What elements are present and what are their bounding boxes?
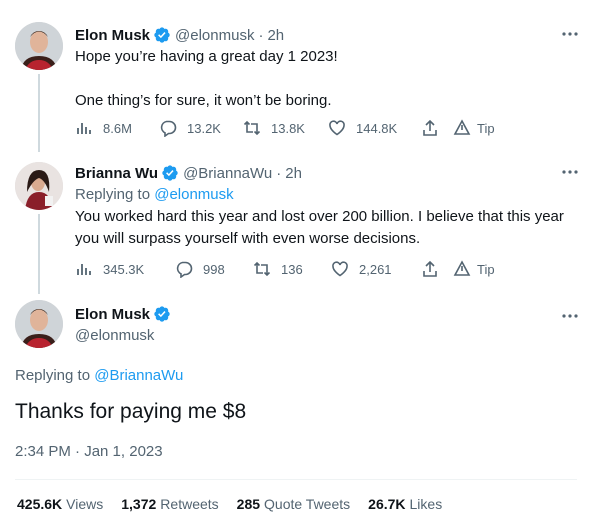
like-button[interactable]: 2,261 — [331, 260, 392, 278]
tweet-header: Brianna Wu @BriannaWu · 2h — [75, 164, 302, 182]
tip-button[interactable]: Tip — [453, 260, 495, 278]
retweet-button[interactable]: 136 — [253, 260, 303, 278]
heart-icon — [329, 120, 345, 136]
tip-icon — [453, 260, 471, 276]
tweet-text-line: One thing’s for sure, it won’t be boring… — [75, 92, 332, 109]
views-stat: 425.6K Views — [17, 496, 103, 512]
replying-to-link[interactable]: @BriannaWu — [94, 367, 183, 384]
reply-count: 13.2K — [187, 120, 221, 136]
author-handle[interactable]: @elonmusk — [175, 27, 254, 44]
author-handle[interactable]: @BriannaWu — [183, 165, 272, 182]
likes-count: 26.7K — [368, 496, 406, 512]
tweet-elon-musk-1[interactable]: Elon Musk @elonmusk · 2h Hope you’re hav… — [0, 0, 592, 152]
views-label: Views — [66, 496, 104, 512]
like-count: 2,261 — [359, 261, 392, 277]
tweet-stats: 425.6K Views 1,372 Retweets 285 Quote Tweet… — [17, 496, 442, 512]
quote-tweets-count: 285 — [236, 496, 261, 512]
more-options-icon[interactable] — [560, 162, 580, 182]
thread-line — [38, 214, 40, 294]
tweet-text-line: you will surpass yourself with even wors… — [75, 230, 421, 247]
reply-button[interactable]: 13.2K — [159, 119, 221, 137]
author-name[interactable]: Elon Musk — [75, 306, 150, 323]
retweet-button[interactable]: 13.8K — [243, 119, 305, 137]
tweet-text: Hope you’re having a great day 1 2023! O… — [75, 46, 338, 112]
replying-prefix: Replying to — [75, 186, 151, 203]
views-count: 345.3K — [103, 261, 145, 277]
reply-icon — [160, 120, 177, 137]
tweet-text-line: Hope you’re having a great day 1 2023! — [75, 48, 338, 65]
author-name[interactable]: Elon Musk — [75, 27, 150, 44]
like-button[interactable]: 144.8K — [328, 119, 397, 137]
views-icon — [77, 264, 91, 275]
tweet-timestamp[interactable]: 2:34 PM · Jan 1, 2023 — [15, 443, 163, 460]
views-count: 425.6K — [17, 496, 63, 512]
share-icon — [423, 119, 437, 136]
avatar-brianna-wu[interactable] — [15, 162, 63, 210]
tweet-time[interactable]: 2h — [285, 165, 302, 182]
more-options-icon[interactable] — [560, 24, 580, 44]
retweet-count: 13.8K — [271, 120, 305, 136]
tweet-text: Thanks for paying me $8 — [15, 400, 247, 423]
reply-button[interactable]: 998 — [175, 260, 225, 278]
verified-badge-icon — [161, 164, 179, 182]
tip-icon — [453, 119, 471, 135]
tweet-time[interactable]: 2h — [267, 27, 284, 44]
replying-to-link[interactable]: @elonmusk — [154, 186, 233, 203]
share-button[interactable] — [421, 119, 439, 137]
tweet-brianna-wu[interactable]: Brianna Wu @BriannaWu · 2h Replying to @… — [0, 150, 592, 294]
likes-label: Likes — [409, 496, 443, 512]
reply-icon — [176, 261, 193, 278]
share-icon — [423, 260, 437, 277]
views-icon — [77, 123, 91, 134]
retweet-icon — [253, 261, 271, 277]
views-button[interactable]: 8.6M — [75, 119, 132, 137]
heart-icon — [332, 261, 348, 277]
author-name[interactable]: Brianna Wu — [75, 165, 158, 182]
retweets-stat[interactable]: 1,372 Retweets — [121, 496, 218, 512]
retweets-count: 1,372 — [121, 496, 157, 512]
tweet-text: You worked hard this year and lost over … — [75, 206, 580, 250]
avatar-elon-musk[interactable] — [15, 300, 63, 348]
tweet-header: Elon Musk @elonmusk · 2h — [75, 26, 284, 44]
tweet-actions: 345.3K 998 136 2,261 Tip — [75, 260, 575, 280]
likes-stat[interactable]: 26.7K Likes — [368, 496, 442, 512]
thread-line — [38, 74, 40, 152]
like-count: 144.8K — [356, 120, 398, 136]
replying-to: Replying to @BriannaWu — [15, 365, 183, 387]
separator-dot: · — [276, 164, 282, 182]
reply-count: 998 — [203, 261, 225, 277]
tip-button[interactable]: Tip — [453, 119, 495, 137]
avatar-elon-musk[interactable] — [15, 22, 63, 70]
tip-label: Tip — [477, 261, 495, 277]
views-count: 8.6M — [103, 120, 132, 136]
retweet-icon — [243, 120, 261, 136]
verified-badge-icon — [153, 26, 171, 44]
tweet-text-line: You worked hard this year and lost over … — [75, 208, 564, 225]
retweet-count: 136 — [281, 261, 303, 277]
replying-prefix: Replying to — [15, 367, 91, 384]
share-button[interactable] — [421, 260, 439, 278]
views-button[interactable]: 345.3K — [75, 260, 144, 278]
tweet-actions: 8.6M 13.2K 13.8K 144.8K Tip — [75, 119, 575, 139]
tweet-header: Elon Musk — [75, 305, 175, 323]
quote-tweets-stat[interactable]: 285 Quote Tweets — [237, 496, 351, 512]
author-handle[interactable]: @elonmusk — [75, 325, 154, 347]
retweets-label: Retweets — [160, 496, 219, 512]
quote-tweets-label: Quote Tweets — [264, 496, 351, 512]
more-options-icon[interactable] — [560, 306, 580, 326]
tip-label: Tip — [477, 120, 495, 136]
separator-dot: · — [258, 26, 264, 44]
divider — [15, 479, 577, 480]
verified-badge-icon — [153, 305, 171, 323]
replying-to: Replying to @elonmusk — [75, 184, 234, 206]
